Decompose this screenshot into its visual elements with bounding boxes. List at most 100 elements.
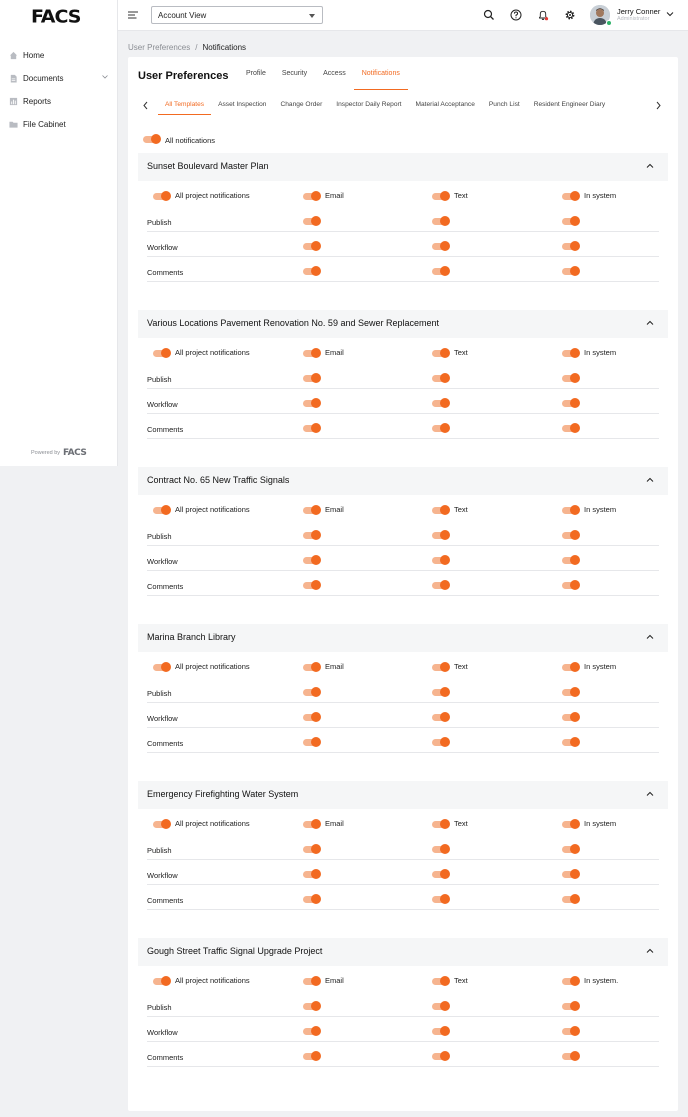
comments-email-toggle[interactable] (303, 1051, 321, 1061)
facs-logo[interactable]: FACS (31, 7, 81, 28)
gear-icon[interactable] (564, 9, 576, 21)
sidebar-item-documents[interactable]: Documents (0, 67, 118, 90)
tab-resident-engineer-diary[interactable]: Resident Engineer Diary (527, 96, 612, 115)
publish-text-toggle[interactable] (432, 530, 450, 540)
tab-access[interactable]: Access (315, 70, 354, 90)
email-all-toggle[interactable] (303, 191, 321, 201)
in-system-all-toggle[interactable] (562, 348, 580, 358)
email-all-toggle[interactable] (303, 976, 321, 986)
comments-text-toggle[interactable] (432, 580, 450, 590)
publish-email-toggle[interactable] (303, 1001, 321, 1011)
in-system-all-toggle[interactable] (562, 505, 580, 515)
comments-in-system-toggle[interactable] (562, 737, 580, 747)
sidebar-item-reports[interactable]: Reports (0, 90, 118, 113)
comments-text-toggle[interactable] (432, 1051, 450, 1061)
workflow-email-toggle[interactable] (303, 712, 321, 722)
chevron-down-icon[interactable] (102, 74, 108, 80)
comments-email-toggle[interactable] (303, 266, 321, 276)
text-all-toggle[interactable] (432, 505, 450, 515)
workflow-in-system-toggle[interactable] (562, 869, 580, 879)
publish-email-toggle[interactable] (303, 373, 321, 383)
all-project-notifications-toggle[interactable] (153, 819, 171, 829)
help-icon[interactable] (510, 9, 522, 21)
comments-text-toggle[interactable] (432, 894, 450, 904)
workflow-in-system-toggle[interactable] (562, 712, 580, 722)
chevron-up-icon[interactable] (646, 634, 654, 640)
project-header[interactable]: Various Locations Pavement Renovation No… (138, 310, 668, 338)
workflow-email-toggle[interactable] (303, 869, 321, 879)
all-project-notifications-toggle[interactable] (153, 191, 171, 201)
tab-all-templates[interactable]: All Templates (158, 96, 212, 115)
workflow-text-toggle[interactable] (432, 398, 450, 408)
workflow-email-toggle[interactable] (303, 1026, 321, 1036)
comments-email-toggle[interactable] (303, 423, 321, 433)
project-header[interactable]: Sunset Boulevard Master Plan (138, 153, 668, 181)
in-system-all-toggle[interactable] (562, 819, 580, 829)
text-all-toggle[interactable] (432, 819, 450, 829)
search-icon[interactable] (483, 9, 495, 21)
publish-email-toggle[interactable] (303, 216, 321, 226)
breadcrumb-parent[interactable]: User Preferences (128, 43, 190, 52)
workflow-text-toggle[interactable] (432, 555, 450, 565)
publish-email-toggle[interactable] (303, 530, 321, 540)
project-header[interactable]: Emergency Firefighting Water System (138, 781, 668, 809)
comments-in-system-toggle[interactable] (562, 423, 580, 433)
project-header[interactable]: Marina Branch Library (138, 624, 668, 652)
workflow-text-toggle[interactable] (432, 1026, 450, 1036)
account-view-select[interactable]: Account View (151, 6, 323, 24)
publish-email-toggle[interactable] (303, 844, 321, 854)
publish-text-toggle[interactable] (432, 687, 450, 697)
tab-punch-list[interactable]: Punch List (482, 96, 527, 115)
comments-in-system-toggle[interactable] (562, 1051, 580, 1061)
all-notifications-toggle[interactable] (143, 134, 161, 144)
comments-email-toggle[interactable] (303, 894, 321, 904)
workflow-in-system-toggle[interactable] (562, 555, 580, 565)
in-system-all-toggle[interactable] (562, 662, 580, 672)
chevron-up-icon[interactable] (646, 791, 654, 797)
comments-text-toggle[interactable] (432, 423, 450, 433)
publish-text-toggle[interactable] (432, 216, 450, 226)
publish-in-system-toggle[interactable] (562, 216, 580, 226)
workflow-email-toggle[interactable] (303, 398, 321, 408)
project-header[interactable]: Contract No. 65 New Traffic Signals (138, 467, 668, 495)
text-all-toggle[interactable] (432, 662, 450, 672)
tab-security[interactable]: Security (274, 70, 315, 90)
chevron-left-icon[interactable] (142, 101, 149, 110)
comments-text-toggle[interactable] (432, 266, 450, 276)
tab-material-acceptance[interactable]: Material Acceptance (409, 96, 482, 115)
chevron-down-icon[interactable] (666, 11, 674, 17)
tab-change-order[interactable]: Change Order (273, 96, 329, 115)
comments-text-toggle[interactable] (432, 737, 450, 747)
email-all-toggle[interactable] (303, 819, 321, 829)
comments-email-toggle[interactable] (303, 737, 321, 747)
publish-in-system-toggle[interactable] (562, 530, 580, 540)
workflow-in-system-toggle[interactable] (562, 241, 580, 251)
publish-text-toggle[interactable] (432, 1001, 450, 1011)
workflow-text-toggle[interactable] (432, 869, 450, 879)
publish-text-toggle[interactable] (432, 844, 450, 854)
chevron-up-icon[interactable] (646, 477, 654, 483)
all-project-notifications-toggle[interactable] (153, 505, 171, 515)
comments-email-toggle[interactable] (303, 580, 321, 590)
publish-text-toggle[interactable] (432, 373, 450, 383)
tab-profile[interactable]: Profile (238, 70, 274, 90)
chevron-up-icon[interactable] (646, 948, 654, 954)
project-header[interactable]: Gough Street Traffic Signal Upgrade Proj… (138, 938, 668, 966)
all-project-notifications-toggle[interactable] (153, 976, 171, 986)
comments-in-system-toggle[interactable] (562, 580, 580, 590)
workflow-text-toggle[interactable] (432, 712, 450, 722)
in-system-all-toggle[interactable] (562, 191, 580, 201)
sidebar-item-file-cabinet[interactable]: File Cabinet (0, 113, 118, 136)
publish-email-toggle[interactable] (303, 687, 321, 697)
sidebar-item-home[interactable]: Home (0, 44, 118, 67)
all-project-notifications-toggle[interactable] (153, 662, 171, 672)
comments-in-system-toggle[interactable] (562, 894, 580, 904)
publish-in-system-toggle[interactable] (562, 1001, 580, 1011)
menu-icon[interactable] (128, 10, 138, 20)
workflow-email-toggle[interactable] (303, 555, 321, 565)
tab-notifications[interactable]: Notifications (353, 70, 408, 90)
publish-in-system-toggle[interactable] (562, 373, 580, 383)
workflow-email-toggle[interactable] (303, 241, 321, 251)
email-all-toggle[interactable] (303, 348, 321, 358)
chevron-up-icon[interactable] (646, 320, 654, 326)
